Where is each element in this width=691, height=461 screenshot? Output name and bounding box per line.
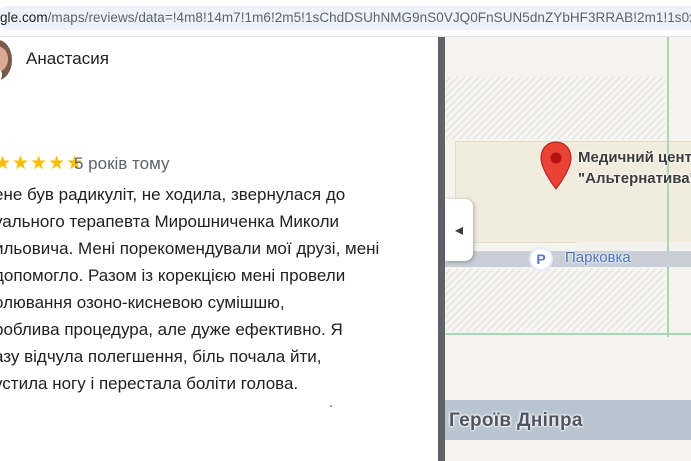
- review-line: устила ногу і перестала боліти голова.: [0, 374, 299, 393]
- location-pin-icon[interactable]: [539, 141, 573, 191]
- rating-stars: ★★★★★: [0, 153, 85, 174]
- road-name-label: Героїв Дніпра: [449, 410, 583, 431]
- review-line: ене був радикуліт, не ходила, звернулася…: [0, 185, 346, 204]
- address-bar[interactable]: gle.com/maps/reviews/data=!4m8!14m7!1m6!…: [0, 0, 691, 37]
- url-text[interactable]: gle.com/maps/reviews/data=!4m8!14m7!1m6!…: [0, 10, 691, 25]
- parking-label[interactable]: Парковка: [565, 249, 631, 266]
- review-date: 5 років тому: [74, 154, 170, 173]
- review-line: азу відчула полегшення, біль почала йти,: [0, 347, 322, 366]
- place-name-label[interactable]: Медичний цент "Альтернатива": [578, 147, 691, 189]
- map-area-block: [445, 77, 665, 139]
- map-view[interactable]: Героїв Дніпра Медичний цент "Альтернатив…: [445, 37, 691, 461]
- chevron-left-icon: ◂: [454, 222, 464, 239]
- review-line: уального терапевта Мирошниченка Миколи: [0, 212, 339, 231]
- map-area-block: [445, 269, 665, 331]
- place-name-line: Медичний цент: [578, 149, 691, 166]
- review-line: ильовича. Мені порекомендували мої друзі…: [0, 239, 380, 258]
- avatar[interactable]: [0, 40, 12, 80]
- review-text: ене був радикуліт, не ходила, звернулася…: [0, 181, 424, 397]
- review-line: допомогло. Разом із корекцією мені прове…: [0, 266, 346, 285]
- review-line: олювання озоно-кисневою сумішшю,: [0, 293, 285, 312]
- collapse-panel-button[interactable]: ◂: [445, 199, 473, 261]
- local-guide-badge-icon: [0, 66, 2, 80]
- url-host: gle.com: [0, 10, 48, 25]
- map-boundary-line: [445, 333, 691, 335]
- review-line: роблива процедура, але дуже ефективно. Я: [0, 320, 343, 339]
- review-author[interactable]: Анастасия: [26, 49, 109, 69]
- panel-divider: [438, 37, 445, 461]
- review-panel: Анастасия ★★★★★ 5 років тому ене був рад…: [0, 37, 438, 461]
- url-path: /maps/reviews/data=!4m8!14m7!1m6!2m5!1sC…: [47, 10, 691, 25]
- place-name-line: "Альтернатива": [578, 170, 691, 187]
- parking-icon[interactable]: P: [529, 247, 553, 271]
- scroll-indicator: [330, 405, 332, 407]
